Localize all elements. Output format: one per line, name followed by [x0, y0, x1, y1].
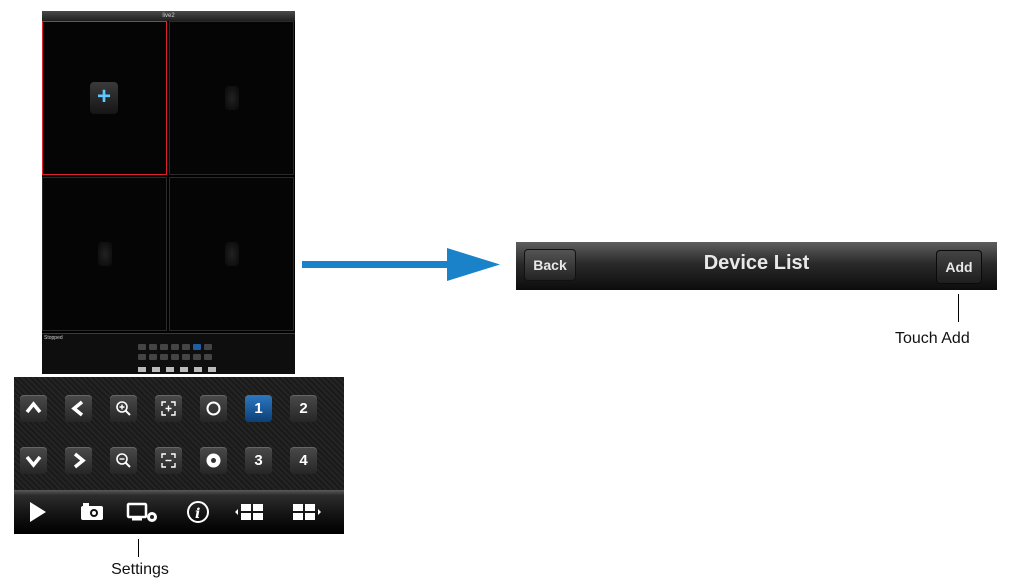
pan-right-button[interactable] — [65, 447, 92, 474]
camera-placeholder-icon — [224, 242, 239, 266]
add-camera-plus-icon[interactable]: + — [90, 82, 118, 114]
settings-icon[interactable] — [126, 498, 160, 526]
chevron-right-icon — [73, 452, 86, 469]
previous-layout-icon[interactable] — [232, 498, 266, 526]
pan-left-button[interactable] — [65, 395, 92, 422]
channel-2-button[interactable]: 2 — [290, 395, 317, 422]
ptz-control-panel: 1 2 3 4 — [14, 377, 344, 490]
focus-far-button[interactable] — [155, 447, 182, 474]
channel-3-button[interactable]: 3 — [245, 447, 272, 474]
status-text: Stopped — [44, 335, 63, 341]
focus-near-button[interactable] — [155, 395, 182, 422]
video-cell-2[interactable] — [169, 21, 294, 175]
camera-placeholder-icon — [224, 86, 239, 110]
next-layout-icon[interactable] — [290, 498, 324, 526]
focus-expand-icon — [161, 401, 176, 416]
iris-close-button[interactable] — [200, 447, 227, 474]
focus-collapse-icon — [161, 453, 176, 468]
mini-nav-bar — [138, 367, 216, 372]
zoom-in-icon — [116, 401, 131, 416]
zoom-in-button[interactable] — [110, 395, 137, 422]
device-list-header: Back Device List Add — [516, 242, 997, 290]
tilt-up-button[interactable] — [20, 395, 47, 422]
video-cell-3[interactable] — [42, 177, 167, 331]
right-arrow-icon — [302, 248, 500, 281]
chevron-left-icon — [71, 400, 84, 417]
mini-control-area: Stopped — [42, 333, 295, 374]
add-callout-label: Touch Add — [895, 330, 970, 347]
video-cell-4[interactable] — [169, 177, 294, 331]
info-icon[interactable]: i — [184, 498, 212, 526]
chevron-down-icon — [25, 455, 42, 468]
chevron-up-icon — [25, 401, 42, 414]
camera-placeholder-icon — [97, 242, 112, 266]
iris-open-icon — [206, 401, 221, 416]
tilt-down-button[interactable] — [20, 447, 47, 474]
mini-ptz-row-2 — [138, 354, 212, 360]
zoom-out-button[interactable] — [110, 447, 137, 474]
iris-close-icon — [206, 453, 221, 468]
bottom-nav-bar: i — [14, 490, 344, 534]
add-callout-line — [958, 294, 959, 322]
svg-text:i: i — [195, 506, 200, 522]
channel-1-button[interactable]: 1 — [245, 395, 272, 422]
channel-4-button[interactable]: 4 — [290, 447, 317, 474]
settings-callout-label: Settings — [111, 561, 169, 578]
phone-live-view: live2 + Stopped — [42, 11, 295, 374]
video-grid: + — [42, 21, 295, 331]
live-view-title: live2 — [42, 11, 295, 21]
mini-ptz-row-1 — [138, 344, 212, 350]
iris-open-button[interactable] — [200, 395, 227, 422]
add-button[interactable]: Add — [936, 250, 982, 284]
play-icon[interactable] — [26, 498, 50, 526]
snapshot-icon[interactable] — [78, 498, 106, 526]
settings-callout-line — [138, 539, 139, 557]
zoom-out-icon — [116, 453, 131, 468]
device-list-title: Device List — [703, 252, 810, 274]
video-cell-1[interactable]: + — [42, 21, 167, 175]
